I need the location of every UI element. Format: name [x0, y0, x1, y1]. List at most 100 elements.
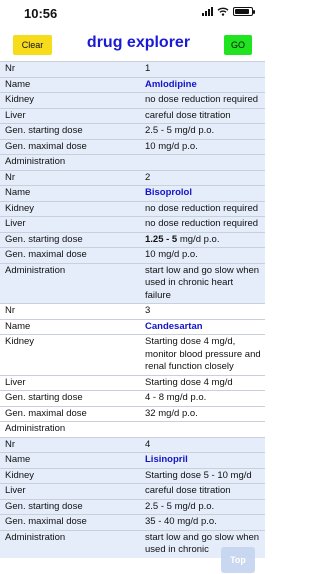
- maximal-dose-value: 35 - 40 mg/d p.o.: [145, 516, 217, 527]
- nr-row: Nr 2: [0, 169, 265, 186]
- starting-dose-label: Gen. starting dose: [5, 392, 83, 403]
- administration-value: [140, 422, 265, 437]
- liver-label: Liver: [5, 485, 26, 496]
- kidney-row: Kidney Starting dose 5 - 10 mg/d: [0, 467, 265, 484]
- liver-label: Liver: [5, 376, 26, 388]
- nr-label: Nr: [5, 63, 16, 74]
- name-row: Name Candesartan: [0, 318, 265, 335]
- maximal-dose-label: Gen. maximal dose: [5, 249, 87, 260]
- starting-dose-text: 4 - 8 mg/d p.o.: [145, 392, 207, 403]
- clear-button[interactable]: Clear: [13, 35, 52, 55]
- maximal-dose-label: Gen. maximal dose: [5, 407, 87, 419]
- drug-name[interactable]: Bisoprolol: [140, 186, 265, 201]
- nr-value: 1: [145, 63, 151, 74]
- administration-value: [140, 155, 265, 170]
- maximal-dose-label: Gen. maximal dose: [5, 516, 87, 527]
- kidney-value: no dose reduction required: [145, 94, 259, 105]
- liver-label: Liver: [5, 109, 26, 121]
- starting-dose-row: Gen. starting dose 4 - 8 mg/d p.o.: [0, 390, 265, 406]
- name-label: Name: [5, 78, 31, 90]
- drug-record: Nr 1 Name Amlodipine Kidney no dose reducti…: [0, 61, 265, 170]
- maximal-dose-label: Gen. maximal dose: [5, 140, 87, 152]
- starting-dose-value: 2.5 - 5 mg/d p.o.: [140, 500, 265, 515]
- starting-dose-text: 2.5 - 5 mg/d p.o.: [145, 500, 215, 512]
- kidney-value: no dose reduction required: [145, 202, 259, 214]
- name-label: Name: [5, 454, 31, 465]
- maximal-dose-row: Gen. maximal dose 32 mg/d p.o.: [0, 405, 265, 422]
- kidney-row: Kidney no dose reduction required: [0, 200, 265, 217]
- liver-value: careful dose titration: [145, 109, 231, 121]
- drug-record: Nr 3 Name Candesartan Kidney Starting dose …: [0, 303, 265, 437]
- nr-label: Nr: [5, 438, 16, 450]
- nr-label: Nr: [5, 171, 16, 183]
- starting-dose-label: Gen. starting dose: [5, 233, 83, 245]
- starting-dose-value: 2.5 - 5 mg/d p.o.: [140, 124, 265, 139]
- administration-row: Administration: [0, 421, 265, 437]
- maximal-dose-row: Gen. maximal dose 35 - 40 mg/d p.o.: [0, 514, 265, 530]
- top-button[interactable]: Top: [221, 547, 255, 573]
- administration-row: Administration: [0, 154, 265, 170]
- status-icons: [202, 7, 255, 16]
- kidney-label: Kidney: [5, 336, 35, 347]
- starting-dose-row: Gen. starting dose 2.5 - 5 mg/d p.o.: [0, 123, 265, 139]
- name-label: Name: [5, 187, 31, 198]
- signal-icon: [202, 7, 213, 16]
- kidney-label: Kidney: [5, 94, 35, 105]
- liver-label: Liver: [5, 218, 26, 229]
- administration-label: Administration: [5, 264, 66, 276]
- starting-dose-value: 4 - 8 mg/d p.o.: [140, 391, 265, 406]
- app-title: drug explorer: [86, 34, 191, 51]
- nr-value: 3: [145, 305, 151, 316]
- liver-value: Starting dose 4 mg/d: [145, 376, 233, 388]
- maximal-dose-row: Gen. maximal dose 10 mg/d p.o.: [0, 138, 265, 155]
- name-label: Name: [5, 320, 31, 332]
- starting-dose-value: 1.25 - 5 mg/d p.o.: [140, 233, 265, 248]
- starting-dose-bold: 1.25 - 5: [145, 233, 178, 245]
- drug-record: Nr 2 Name Bisoprolol Kidney no dose reducti…: [0, 169, 265, 303]
- kidney-value: Starting dose 5 - 10 mg/d: [145, 469, 252, 481]
- nr-value: 2: [145, 171, 151, 183]
- nr-row: Nr 1: [0, 61, 265, 77]
- liver-row: Liver careful dose titration: [0, 483, 265, 499]
- maximal-dose-row: Gen. maximal dose 10 mg/d p.o.: [0, 247, 265, 263]
- nr-row: Nr 3: [0, 303, 265, 319]
- administration-label: Administration: [5, 156, 66, 167]
- liver-row: Liver Starting dose 4 mg/d: [0, 374, 265, 391]
- starting-dose-label: Gen. starting dose: [5, 125, 83, 136]
- battery-icon: [233, 7, 255, 16]
- maximal-dose-value: 32 mg/d p.o.: [145, 407, 198, 419]
- starting-dose-row: Gen. starting dose 2.5 - 5 mg/d p.o.: [0, 498, 265, 515]
- starting-dose-text: 2.5 - 5 mg/d p.o.: [145, 125, 215, 136]
- drug-record: Nr 4 Name Lisinopril Kidney Starting dose 5…: [0, 436, 265, 558]
- kidney-label: Kidney: [5, 469, 35, 481]
- status-time: 10:56: [24, 6, 58, 21]
- liver-row: Liver no dose reduction required: [0, 216, 265, 232]
- go-button[interactable]: GO: [224, 35, 252, 55]
- kidney-label: Kidney: [5, 202, 35, 214]
- nr-label: Nr: [5, 305, 16, 316]
- kidney-row: Kidney no dose reduction required: [0, 92, 265, 108]
- app-header: Clear drug explorer GO: [0, 30, 265, 60]
- maximal-dose-value: 10 mg/d p.o.: [145, 140, 198, 152]
- starting-dose-text: mg/d p.o.: [177, 233, 220, 245]
- kidney-row: Kidney Starting dose 4 mg/d, monitor bloo…: [0, 334, 265, 375]
- kidney-value: Starting dose 4 mg/d, monitor blood pres…: [145, 336, 261, 372]
- nr-value: 4: [145, 438, 151, 450]
- liver-value: careful dose titration: [145, 485, 231, 496]
- drug-name[interactable]: Lisinopril: [140, 453, 265, 468]
- name-row: Name Amlodipine: [0, 76, 265, 93]
- liver-value: no dose reduction required: [145, 218, 259, 229]
- maximal-dose-value: 10 mg/d p.o.: [145, 249, 198, 260]
- drug-name[interactable]: Candesartan: [140, 320, 265, 335]
- starting-dose-row: Gen. starting dose 1.25 - 5 mg/d p.o.: [0, 231, 265, 248]
- administration-label: Administration: [5, 531, 66, 543]
- nr-row: Nr 4: [0, 436, 265, 453]
- starting-dose-label: Gen. starting dose: [5, 500, 83, 512]
- name-row: Name Lisinopril: [0, 452, 265, 468]
- name-row: Name Bisoprolol: [0, 185, 265, 201]
- administration-label: Administration: [5, 423, 66, 434]
- drug-list[interactable]: Nr 1 Name Amlodipine Kidney no dose reducti…: [0, 61, 265, 558]
- wifi-icon: [217, 7, 229, 16]
- drug-name[interactable]: Amlodipine: [140, 78, 265, 93]
- administration-value: start low and go slow when used in chron…: [145, 264, 260, 301]
